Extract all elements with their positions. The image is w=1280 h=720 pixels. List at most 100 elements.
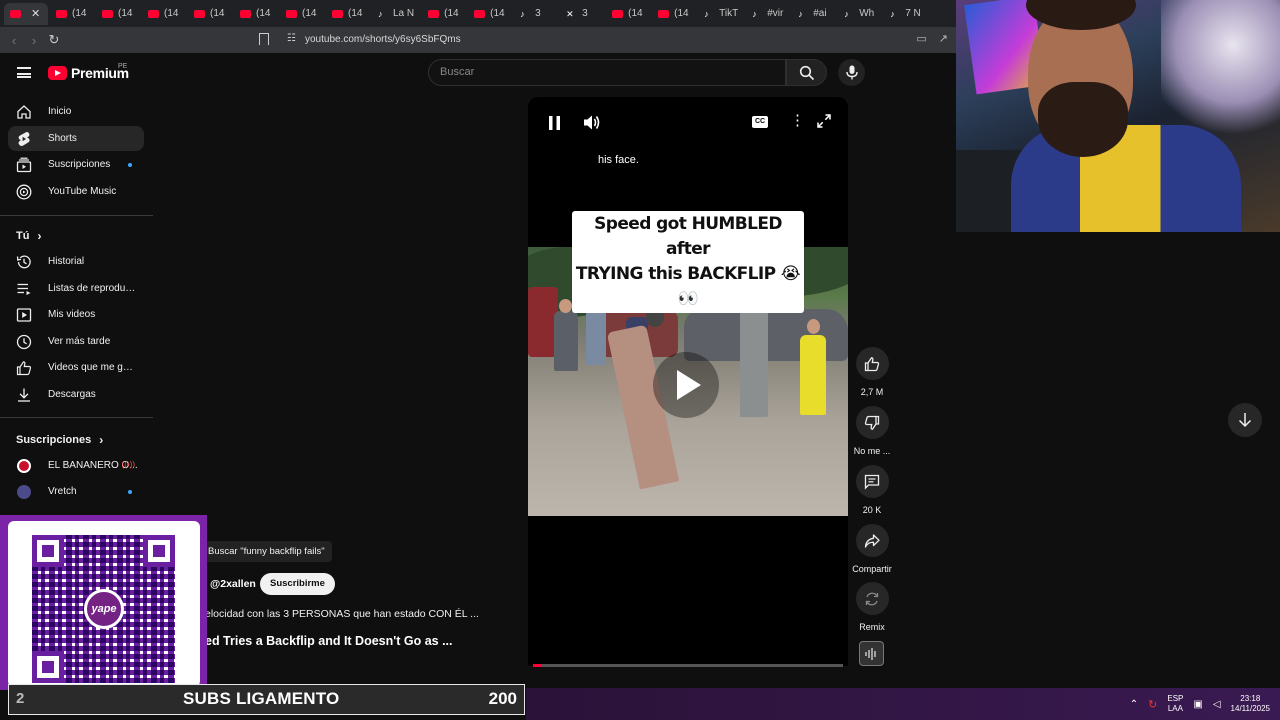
downloads-icon xyxy=(16,387,32,403)
youtube-favicon-icon xyxy=(194,9,205,18)
sidebar-item-label: Mis videos xyxy=(48,309,96,320)
sidebar-section-subscriptions[interactable]: Suscripciones › xyxy=(16,433,103,447)
sidebar-item-shorts[interactable]: Shorts xyxy=(8,126,144,151)
video-progress-bar[interactable] xyxy=(533,664,843,667)
pause-icon[interactable] xyxy=(548,116,561,130)
sidebar-channel-el-bananero[interactable]: EL BANANERO O... ((•)) xyxy=(8,453,144,478)
speaker-icon[interactable]: ◁ xyxy=(1213,699,1221,710)
video-description[interactable]: elocidad con las 3 PERSONAS que han esta… xyxy=(205,608,479,620)
sidebar-item-inicio[interactable]: Inicio xyxy=(8,99,144,124)
browser-tab[interactable]: ♪ #vir xyxy=(746,3,790,25)
closed-caption-text: his face. xyxy=(598,154,639,166)
search-icon xyxy=(799,65,814,80)
sidebar-item-liked-videos[interactable]: Videos que me gus... xyxy=(8,355,144,380)
search-suggestion-chip[interactable]: Buscar "funny backflip fails" xyxy=(201,541,332,562)
browser-tab[interactable]: ✕ 3 xyxy=(560,3,604,25)
share-button[interactable]: Compartir xyxy=(851,524,893,574)
browser-tab[interactable]: ♪ 3 xyxy=(514,3,558,25)
sidebar-item-downloads[interactable]: Descargas xyxy=(8,382,144,407)
browser-tab[interactable]: (14 xyxy=(50,3,94,25)
sync-icon[interactable]: ↻ xyxy=(1148,698,1157,711)
remix-label: Remix xyxy=(859,622,885,632)
browser-tab[interactable]: (14 xyxy=(234,3,278,25)
youtube-play-icon xyxy=(48,66,67,80)
browser-tab[interactable]: (14 xyxy=(280,3,324,25)
next-short-button[interactable] xyxy=(1228,403,1262,437)
sidebar-item-my-videos[interactable]: Mis videos xyxy=(8,302,144,327)
streamer-beard xyxy=(1038,82,1128,157)
dislike-label: No me ... xyxy=(853,446,891,456)
site-info-icon[interactable]: ☷ xyxy=(287,33,296,44)
tray-overflow-icon[interactable]: ⌃ xyxy=(1130,699,1138,710)
shorts-player[interactable]: CC ⋮ his face. Speed got HUMBLED after T… xyxy=(528,97,848,666)
subscribe-button[interactable]: Suscribirme xyxy=(260,573,335,595)
audio-wave-icon xyxy=(865,647,876,660)
remix-button[interactable]: Remix xyxy=(851,582,893,632)
like-button[interactable]: 2,7 M xyxy=(851,347,893,397)
browser-tab[interactable]: (14 xyxy=(422,3,466,25)
search-input[interactable]: Buscar xyxy=(428,59,786,86)
volume-icon[interactable] xyxy=(583,114,601,131)
browser-tab[interactable]: ♪ TikT xyxy=(698,3,744,25)
network-icon[interactable]: ▣ xyxy=(1193,699,1202,710)
browser-tab[interactable]: ♪ La N xyxy=(372,3,420,25)
more-options-icon[interactable]: ⋮ xyxy=(790,112,805,130)
reload-icon[interactable]: ↻ xyxy=(44,32,64,48)
url-field[interactable]: youtube.com/shorts/y6sy6SbFQms xyxy=(305,34,461,45)
browser-tab[interactable]: (14 xyxy=(142,3,186,25)
browser-tab[interactable]: (14 xyxy=(652,3,696,25)
section-title: Tú xyxy=(16,230,30,242)
dislike-button[interactable]: No me ... xyxy=(851,406,893,456)
sidebar-item-youtube-music[interactable]: YouTube Music xyxy=(8,179,144,204)
forward-icon[interactable]: › xyxy=(24,33,44,48)
thumbs-down-icon xyxy=(855,406,889,439)
browser-tab-label: (14 xyxy=(164,8,179,19)
youtube-premium-logo[interactable]: Premium xyxy=(48,65,129,81)
share-page-icon[interactable]: ↗ xyxy=(939,32,948,45)
browser-tab[interactable]: (14 xyxy=(96,3,140,25)
close-tab-icon[interactable]: ✕ xyxy=(31,7,40,20)
system-clock[interactable]: 23:18 14/11/2025 xyxy=(1231,694,1270,714)
sidebar-channel-vretch[interactable]: Vretch xyxy=(8,479,144,504)
browser-tab[interactable]: (14 xyxy=(326,3,370,25)
sound-thumbnail-icon[interactable] xyxy=(859,641,884,666)
browser-tab[interactable]: ♪ Wh xyxy=(838,3,882,25)
search-button[interactable] xyxy=(786,59,827,86)
sidebar-item-label: Ver más tarde xyxy=(48,336,111,347)
browser-tab[interactable]: (14 xyxy=(188,3,232,25)
progress-fill xyxy=(533,664,543,667)
browser-tab[interactable]: (14 xyxy=(468,3,512,25)
back-icon[interactable]: ‹ xyxy=(4,33,24,48)
channel-handle[interactable]: @2xallen xyxy=(210,578,256,590)
play-overlay-icon[interactable] xyxy=(653,352,719,418)
voice-search-button[interactable] xyxy=(838,59,865,86)
home-icon xyxy=(16,104,32,120)
browser-tab-label: (14 xyxy=(118,8,133,19)
browser-tab[interactable]: ♪ 7 N xyxy=(884,3,928,25)
sidebar-section-you[interactable]: Tú › xyxy=(16,229,41,243)
cast-icon[interactable]: ▭ xyxy=(916,32,926,45)
browser-tab[interactable]: ♪ #ai xyxy=(792,3,836,25)
bystander xyxy=(586,307,606,365)
sidebar-item-historial[interactable]: Historial xyxy=(8,249,144,274)
channel-avatar xyxy=(17,458,31,473)
qr-card: yape xyxy=(8,521,200,687)
my-videos-icon xyxy=(16,307,32,323)
video-title[interactable]: ed Tries a Backflip and It Doesn't Go as… xyxy=(205,634,453,648)
sidebar-item-playlists[interactable]: Listas de reproducc... xyxy=(8,276,144,301)
comments-button[interactable]: 20 K xyxy=(851,465,893,515)
tiktok-favicon-icon: ♪ xyxy=(798,8,803,19)
captions-button[interactable]: CC xyxy=(752,116,768,128)
browser-tab[interactable]: (14 xyxy=(606,3,650,25)
browser-tab[interactable]: ✕ xyxy=(4,2,48,25)
language-indicator[interactable]: ESP LAA xyxy=(1167,694,1183,714)
fullscreen-icon[interactable] xyxy=(817,114,831,128)
system-tray: ⌃ ↻ ESP LAA ▣ ◁ 23:18 14/11/2025 xyxy=(1130,688,1280,720)
sidebar-divider xyxy=(0,215,153,216)
menu-icon[interactable] xyxy=(17,67,31,78)
sidebar-item-suscripciones[interactable]: Suscripciones xyxy=(8,152,144,177)
bookmark-icon[interactable] xyxy=(259,33,269,45)
tiktok-favicon-icon: ♪ xyxy=(890,8,895,19)
youtube-favicon-icon xyxy=(612,9,624,18)
sidebar-item-watch-later[interactable]: Ver más tarde xyxy=(8,329,144,354)
